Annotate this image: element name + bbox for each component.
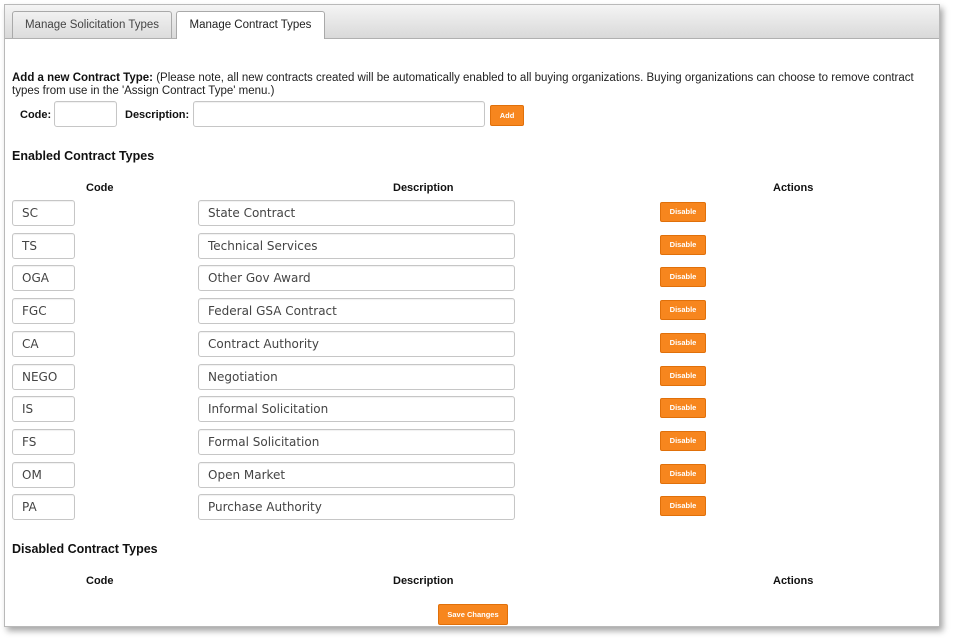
description-field[interactable]: Negotiation: [198, 363, 515, 390]
disable-button[interactable]: Disable: [660, 398, 706, 419]
table-row: OM Open Market Disable: [5, 461, 939, 490]
table-row: NEGO Negotiation Disable: [5, 363, 939, 392]
table-row: CA Contract Authority Disable: [5, 330, 939, 359]
code-field[interactable]: OM: [12, 461, 75, 488]
code-field[interactable]: SC: [12, 200, 75, 226]
enabled-description-header: Description: [393, 182, 454, 194]
code-field[interactable]: TS: [12, 232, 75, 259]
contract-types-window: Manage Solicitation Types Manage Contrac…: [4, 4, 940, 627]
disable-button[interactable]: Disable: [660, 496, 706, 517]
disable-button[interactable]: Disable: [660, 234, 706, 255]
table-row: TS Technical Services Disable: [5, 232, 939, 261]
new-code-input[interactable]: [54, 101, 117, 127]
add-contract-type-note: Add a new Contract Type: (Please note, a…: [12, 72, 922, 98]
code-field[interactable]: FS: [12, 428, 75, 455]
code-field[interactable]: IS: [12, 396, 75, 423]
description-field[interactable]: Open Market: [198, 461, 515, 488]
enabled-code-header: Code: [86, 182, 114, 194]
code-field[interactable]: PA: [12, 494, 75, 521]
description-field[interactable]: State Contract: [198, 200, 515, 226]
disable-button[interactable]: Disable: [660, 430, 706, 451]
tab-bar: Manage Solicitation Types Manage Contrac…: [5, 5, 939, 39]
description-field[interactable]: Contract Authority: [198, 330, 515, 357]
disabled-description-header: Description: [393, 575, 454, 587]
tab-manage-solicitation-types[interactable]: Manage Solicitation Types: [12, 11, 172, 38]
code-label: Code:: [20, 109, 52, 121]
code-field[interactable]: NEGO: [12, 363, 75, 390]
description-field[interactable]: Formal Solicitation: [198, 428, 515, 455]
new-description-input[interactable]: [193, 101, 485, 127]
table-row: OGA Other Gov Award Disable: [5, 265, 939, 293]
disable-button[interactable]: Disable: [660, 300, 706, 321]
save-changes-button[interactable]: Save Changes: [438, 604, 508, 625]
code-field[interactable]: CA: [12, 330, 75, 357]
description-field[interactable]: Informal Solicitation: [198, 396, 515, 423]
description-field[interactable]: Purchase Authority: [198, 494, 515, 521]
disable-button[interactable]: Disable: [660, 202, 706, 222]
tab-content: Add a new Contract Type: (Please note, a…: [5, 39, 939, 626]
code-field[interactable]: OGA: [12, 265, 75, 292]
table-row: PA Purchase Authority Disable: [5, 494, 939, 522]
disabled-actions-header: Actions: [773, 575, 814, 587]
disable-button[interactable]: Disable: [660, 267, 706, 288]
enabled-section-title: Enabled Contract Types: [12, 149, 155, 163]
add-button[interactable]: Add: [490, 105, 524, 126]
table-row: SC State Contract Disable: [5, 200, 939, 228]
table-row: FS Formal Solicitation Disable: [5, 428, 939, 457]
table-row: FGC Federal GSA Contract Disable: [5, 298, 939, 326]
description-field[interactable]: Other Gov Award: [198, 265, 515, 292]
description-field[interactable]: Federal GSA Contract: [198, 298, 515, 325]
disable-button[interactable]: Disable: [660, 332, 706, 353]
disable-button[interactable]: Disable: [660, 463, 706, 484]
disable-button[interactable]: Disable: [660, 365, 706, 386]
description-field[interactable]: Technical Services: [198, 232, 515, 259]
disabled-section-title: Disabled Contract Types: [12, 542, 158, 556]
enabled-actions-header: Actions: [773, 182, 814, 194]
description-label: Description:: [125, 109, 190, 121]
table-row: IS Informal Solicitation Disable: [5, 396, 939, 424]
tab-manage-contract-types[interactable]: Manage Contract Types: [176, 11, 325, 39]
add-contract-type-heading: Add a new Contract Type:: [12, 72, 153, 84]
code-field[interactable]: FGC: [12, 298, 75, 325]
disabled-code-header: Code: [86, 575, 114, 587]
